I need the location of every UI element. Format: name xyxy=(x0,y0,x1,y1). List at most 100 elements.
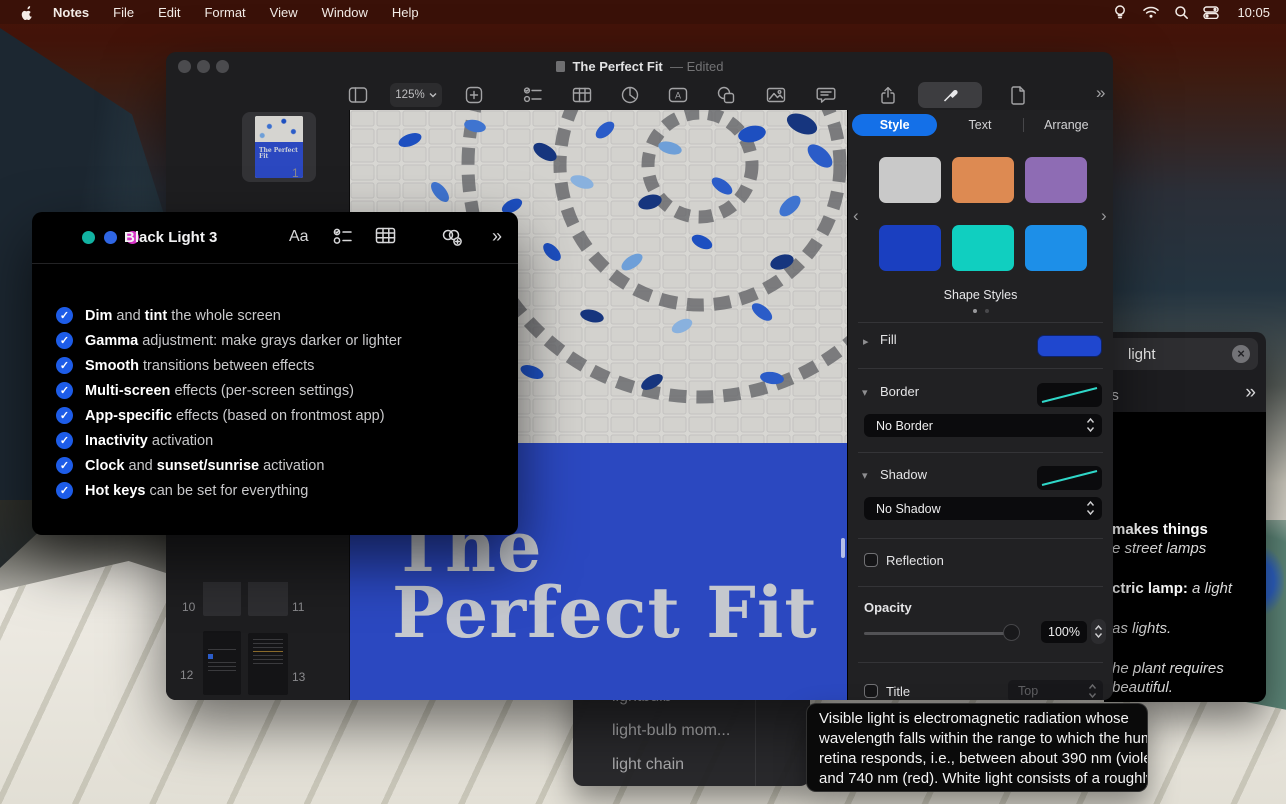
expand-chevrons-icon[interactable]: » xyxy=(1245,382,1254,404)
text-box-button[interactable]: A xyxy=(666,83,690,107)
page-number: 10 xyxy=(182,600,195,614)
checked-checkbox-icon[interactable]: ✓ xyxy=(56,382,73,399)
checklist-button[interactable] xyxy=(332,227,354,251)
zoom-level-dropdown[interactable]: 125% xyxy=(390,83,442,107)
border-type-dropdown[interactable]: No Border xyxy=(864,414,1102,437)
toolbar-more-chevron[interactable]: » xyxy=(1096,83,1103,103)
scrollbar-thumb[interactable] xyxy=(841,538,845,558)
pages-title-bar[interactable]: The Perfect Fit — Edited xyxy=(166,52,1113,80)
close-button[interactable] xyxy=(82,231,95,244)
opacity-slider-track[interactable] xyxy=(864,632,1014,635)
menu-bar-clock[interactable]: 10:05 xyxy=(1237,5,1270,20)
table-button[interactable] xyxy=(570,83,594,107)
page-10-thumbnail[interactable] xyxy=(203,582,241,616)
shape-style-swatch[interactable] xyxy=(1025,225,1087,271)
shape-styles-label: Shape Styles xyxy=(848,288,1113,302)
checked-checkbox-icon[interactable]: ✓ xyxy=(56,407,73,424)
shape-style-swatch[interactable] xyxy=(1025,157,1087,203)
apple-menu-icon[interactable] xyxy=(18,4,35,21)
shape-style-swatch[interactable] xyxy=(952,157,1014,203)
definition-lines: makes thingse street lamps ctric lamp: a … xyxy=(1112,520,1264,697)
page-13-thumbnail[interactable] xyxy=(248,633,288,695)
checked-checkbox-icon[interactable]: ✓ xyxy=(56,457,73,474)
wifi-icon[interactable] xyxy=(1142,5,1160,19)
checked-checkbox-icon[interactable]: ✓ xyxy=(56,307,73,324)
shadow-disclosure-chevron[interactable]: ▾ xyxy=(862,469,868,482)
tab-style[interactable]: Style xyxy=(852,114,937,136)
app-menu-notes[interactable]: Notes xyxy=(53,5,89,20)
fill-color-well[interactable] xyxy=(1037,335,1102,357)
edited-label: Edited xyxy=(687,59,724,74)
page-11-thumbnail[interactable] xyxy=(248,582,288,616)
title-label: Title xyxy=(886,684,910,699)
feature-item: ✓Clock and sunset/sunrise activation xyxy=(32,453,518,478)
shape-styles-next-chevron[interactable]: › xyxy=(1101,206,1107,226)
opacity-label: Opacity xyxy=(864,600,912,615)
border-style-well[interactable] xyxy=(1037,383,1102,407)
document-proxy-icon[interactable] xyxy=(555,60,566,76)
insert-button[interactable] xyxy=(462,83,486,107)
title-checkbox[interactable] xyxy=(864,684,878,698)
definition-text-line: e street lamps xyxy=(1112,539,1264,558)
document-settings-button[interactable] xyxy=(1006,83,1030,107)
minimize-button[interactable] xyxy=(104,231,117,244)
format-button[interactable] xyxy=(918,82,982,108)
tab-arrange[interactable]: Arrange xyxy=(1024,114,1109,136)
page-1-thumbnail-selected[interactable]: The Perfect Fit xyxy=(242,112,316,182)
shape-styles-page-dots[interactable] xyxy=(848,309,1113,313)
border-disclosure-chevron[interactable]: ▾ xyxy=(862,386,868,399)
share-button[interactable] xyxy=(876,83,900,107)
text-format-button[interactable]: Aa xyxy=(289,228,309,246)
desktop: Notes File Edit Format View Window Help … xyxy=(0,0,1286,804)
title-position-dropdown[interactable]: Top xyxy=(1008,680,1103,700)
table-button[interactable] xyxy=(375,227,396,249)
dictionary-result-row[interactable]: is » xyxy=(1104,378,1266,412)
opacity-stepper[interactable] xyxy=(1091,619,1106,644)
black-light-window: Black Light 3 Aa » ✓Dim and tint the who… xyxy=(32,212,518,535)
paintbrush-icon xyxy=(941,86,959,104)
menu-edit[interactable]: Edit xyxy=(158,5,180,20)
opacity-value-field[interactable]: 100% xyxy=(1041,621,1087,643)
menu-view[interactable]: View xyxy=(270,5,298,20)
checklist-button[interactable] xyxy=(521,83,545,107)
shadow-style-well[interactable] xyxy=(1037,466,1102,490)
clear-search-icon[interactable]: × xyxy=(1232,345,1250,363)
definition-text-line: ctric lamp: a light xyxy=(1112,579,1264,598)
shapes-button[interactable] xyxy=(714,83,738,107)
media-button[interactable] xyxy=(764,83,788,107)
menu-format[interactable]: Format xyxy=(204,5,245,20)
feature-item: ✓Dim and tint the whole screen xyxy=(32,303,518,328)
opacity-slider-knob[interactable] xyxy=(1003,624,1020,641)
control-center-icon[interactable] xyxy=(1203,6,1219,19)
checked-checkbox-icon[interactable]: ✓ xyxy=(56,357,73,374)
page-12-thumbnail[interactable] xyxy=(203,631,241,695)
suggestion-item[interactable]: light-bulb mom... xyxy=(612,722,730,740)
stepper-chevrons-icon xyxy=(1086,500,1095,519)
shape-styles-prev-chevron[interactable]: ‹ xyxy=(853,206,859,226)
comment-button[interactable] xyxy=(814,83,838,107)
definition-text-line: makes things xyxy=(1112,520,1264,539)
suggestion-item[interactable]: light chain xyxy=(612,756,684,774)
menu-file[interactable]: File xyxy=(113,5,134,20)
checked-checkbox-icon[interactable]: ✓ xyxy=(56,332,73,349)
definition-popup-line: Visible light is electromagnetic radiati… xyxy=(819,709,1135,729)
chart-button[interactable] xyxy=(618,83,642,107)
checked-checkbox-icon[interactable]: ✓ xyxy=(56,482,73,499)
shape-style-swatch[interactable] xyxy=(952,225,1014,271)
search-icon[interactable] xyxy=(1174,5,1189,20)
document-cover-title-line2: Perfect Fit xyxy=(392,580,818,646)
add-link-button[interactable] xyxy=(440,227,464,252)
shape-style-swatch[interactable] xyxy=(879,225,941,271)
menu-window[interactable]: Window xyxy=(322,5,368,20)
checked-checkbox-icon[interactable]: ✓ xyxy=(56,432,73,449)
fill-disclosure-chevron[interactable]: ▸ xyxy=(863,335,869,348)
black-light-title-bar[interactable]: Black Light 3 Aa » xyxy=(32,212,518,264)
more-toolbar-chevron[interactable]: » xyxy=(492,226,500,247)
menu-help[interactable]: Help xyxy=(392,5,419,20)
shape-style-swatch[interactable] xyxy=(879,157,941,203)
lightbulb-status-icon[interactable] xyxy=(1112,4,1128,21)
tab-text[interactable]: Text xyxy=(937,114,1022,136)
reflection-checkbox[interactable] xyxy=(864,553,878,567)
shadow-type-dropdown[interactable]: No Shadow xyxy=(864,497,1102,520)
view-sidebar-toggle-button[interactable] xyxy=(346,83,370,107)
